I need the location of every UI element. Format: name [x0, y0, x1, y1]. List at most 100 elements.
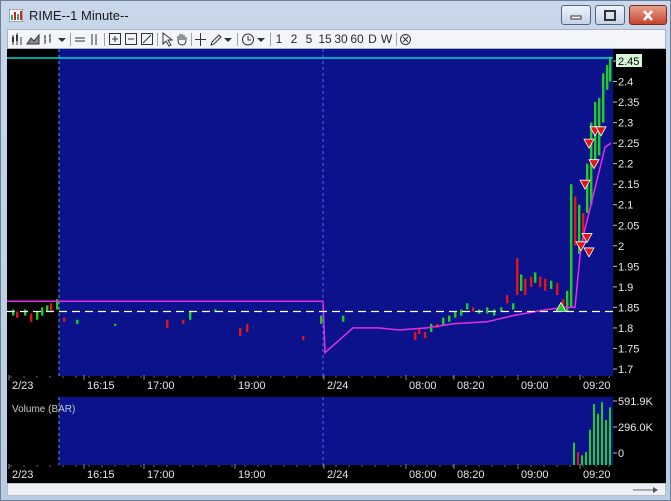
price-tick-label: 2.2 [618, 159, 633, 171]
volume-bar [605, 420, 607, 465]
period-60min-button[interactable]: 60 [349, 31, 365, 48]
time-tick-label: 09:00 [521, 469, 549, 481]
period-2min-button[interactable]: 2 [289, 31, 299, 48]
candle [460, 309, 463, 316]
price-tick-label: 2.1 [618, 200, 633, 212]
candle [342, 315, 345, 322]
candle [24, 309, 27, 316]
volume-bar [573, 442, 575, 465]
horizontal-line-icon[interactable] [74, 31, 86, 48]
crosshair-icon[interactable] [194, 31, 207, 48]
chart-type-dropdown-icon[interactable] [57, 31, 67, 48]
volume-bar [597, 413, 599, 465]
price-tick-label: 1.8 [618, 323, 633, 335]
price-tick-label: 2.4 [618, 77, 633, 89]
period-daily-button[interactable]: D [367, 31, 378, 48]
close-icon [643, 9, 653, 21]
price-tick-label: 2 [618, 241, 624, 253]
candle [534, 272, 537, 283]
time-tick-label: 08:00 [409, 380, 437, 392]
time-tick-label: 08:20 [457, 469, 485, 481]
candle [570, 184, 573, 308]
auto-scale-icon[interactable] [140, 31, 154, 48]
candle [182, 319, 185, 324]
chart-toolbar: 1 2 5 15 30 60 D W [7, 29, 666, 49]
candle [239, 327, 242, 337]
candle [424, 332, 427, 339]
price-tick-label: 2.35 [618, 97, 639, 109]
volume-tick-label: 296.0K [618, 422, 654, 434]
candlestick-style-icon[interactable] [10, 31, 24, 48]
chart-svg[interactable]: 2.45 2.4 2.35 2.3 2.25 2.2 2.15 2.1 2.05 2 1.95 1.9… [7, 49, 666, 483]
candle [486, 307, 489, 314]
period-weekly-button[interactable]: W [380, 31, 393, 48]
price-tick-label: 2.25 [618, 138, 639, 150]
candle [516, 258, 519, 296]
pointer-icon[interactable] [161, 31, 173, 48]
scroll-right-arrow-icon[interactable] [631, 485, 661, 495]
candle [506, 295, 509, 304]
candle [36, 311, 39, 320]
draw-dropdown-icon[interactable] [223, 31, 233, 48]
draw-pencil-icon[interactable] [209, 31, 222, 48]
zoom-in-icon[interactable] [108, 31, 122, 48]
candle [574, 196, 577, 246]
minimize-button[interactable] [561, 5, 591, 25]
close-button[interactable] [629, 5, 667, 25]
candle [114, 323, 117, 326]
candle [530, 276, 533, 287]
chart-app-icon [9, 9, 23, 22]
candle [520, 274, 523, 291]
candle [566, 290, 569, 312]
candle [50, 303, 53, 312]
candle [539, 276, 542, 287]
time-tick-label: 19:00 [238, 469, 266, 481]
volume-label: Volume (BAR) [12, 404, 75, 415]
candle [302, 336, 305, 341]
volume-tick-label: 0 [618, 448, 624, 460]
candle [414, 332, 417, 341]
bar-chart-icon[interactable] [42, 31, 56, 48]
volume-bar [577, 452, 579, 465]
time-tick-label: 2/24 [327, 469, 348, 481]
candle [512, 303, 515, 310]
cancel-circle-icon[interactable] [399, 31, 412, 48]
price-tick-label: 1.7 [618, 364, 633, 376]
price-tick-label: 1.75 [618, 343, 639, 355]
period-15min-button[interactable]: 15 [317, 31, 333, 48]
time-tick-label: 09:20 [583, 380, 611, 392]
pan-hand-icon[interactable] [175, 31, 188, 48]
candle [544, 278, 547, 291]
candle [524, 278, 527, 296]
period-5min-button[interactable]: 5 [304, 31, 314, 48]
candle [76, 319, 79, 324]
volume-bar [593, 404, 595, 465]
time-tick-label: 08:20 [457, 380, 485, 392]
candle [189, 311, 192, 320]
price-tick-label: 2.3 [618, 118, 633, 130]
candle [609, 56, 612, 82]
time-tick-label: 17:00 [147, 380, 175, 392]
zoom-out-icon[interactable] [124, 31, 138, 48]
chart-area[interactable]: 2.45 2.4 2.35 2.3 2.25 2.2 2.15 2.1 2.05 2 1.95 1.9… [7, 49, 666, 483]
time-tick-label: 17:00 [147, 469, 175, 481]
candle [500, 307, 503, 312]
candle [246, 323, 249, 333]
horizontal-scrollbar[interactable] [7, 483, 666, 496]
candle [320, 315, 323, 324]
price-tick-label: 1.9 [618, 282, 633, 294]
period-30min-button[interactable]: 30 [333, 31, 349, 48]
volume-bar [585, 452, 587, 465]
candle [30, 313, 33, 322]
clock-icon[interactable] [241, 31, 255, 48]
price-tick-label: 1.85 [618, 302, 639, 314]
volume-tick-label: 591.9K [618, 396, 654, 408]
maximize-button[interactable] [595, 5, 625, 25]
area-chart-icon[interactable] [26, 31, 40, 48]
candle [550, 280, 553, 289]
period-1min-button[interactable]: 1 [274, 31, 284, 48]
vertical-line-icon[interactable] [88, 31, 100, 48]
candle [63, 317, 66, 322]
candle [16, 311, 19, 318]
period-dropdown-icon[interactable] [256, 31, 266, 48]
